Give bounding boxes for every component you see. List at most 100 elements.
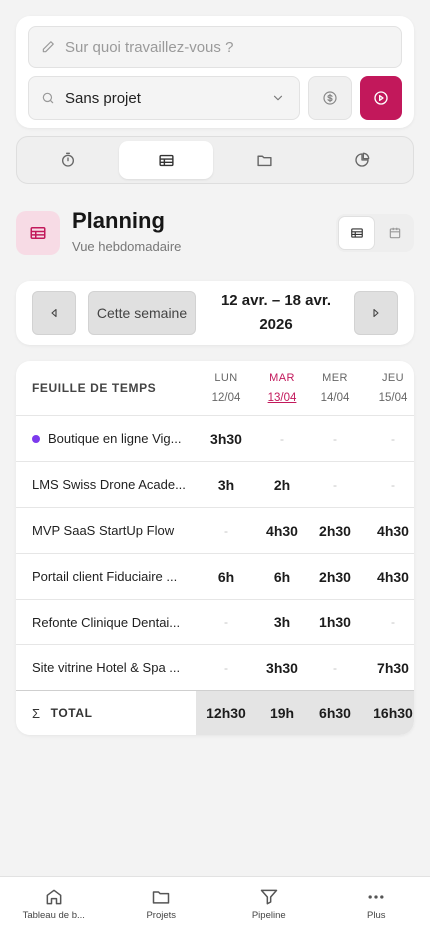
time-cell[interactable]: 3h <box>254 600 310 644</box>
day-name: MER <box>322 372 348 384</box>
day-date: 15/04 <box>378 392 408 404</box>
time-cell[interactable]: - <box>254 416 310 461</box>
table-icon <box>30 227 46 239</box>
nav-more[interactable]: Plus <box>323 877 430 932</box>
table-row[interactable]: Boutique en ligne Vig... 3h30 - - - <box>16 416 414 462</box>
tab-planning[interactable] <box>119 141 213 179</box>
this-week-button[interactable]: Cette semaine <box>88 291 196 335</box>
time-cell[interactable]: 7h30 <box>360 645 414 690</box>
previous-week-button[interactable] <box>32 291 76 335</box>
table-icon <box>158 154 174 166</box>
filter-icon <box>260 889 277 905</box>
timesheet-label: FEUILLE DE TEMPS <box>32 381 157 395</box>
nav-pipeline[interactable]: Pipeline <box>215 877 323 932</box>
table-header-row: FEUILLE DE TEMPS LUN 12/04 MAR 13/04 MER… <box>16 361 414 416</box>
time-cell[interactable]: 3h30 <box>254 645 310 690</box>
time-cell[interactable]: 6h <box>198 554 254 599</box>
time-cell[interactable]: - <box>360 600 414 644</box>
calendar-mode-button[interactable] <box>377 216 412 250</box>
day-name: LUN <box>214 372 238 384</box>
nav-label: Plus <box>367 910 386 921</box>
time-cell[interactable]: 3h <box>198 462 254 507</box>
search-icon <box>42 92 54 104</box>
project-name: Boutique en ligne Vig... <box>32 416 200 461</box>
pencil-icon <box>42 41 54 53</box>
time-cell[interactable]: - <box>310 462 360 507</box>
time-cell[interactable]: 3h30 <box>198 416 254 461</box>
time-cell[interactable]: - <box>310 416 360 461</box>
project-color-dot <box>32 434 40 443</box>
tab-timer[interactable] <box>21 141 115 179</box>
table-row[interactable]: Portail client Fiduciaire ... 6h 6h 2h30… <box>16 554 414 600</box>
time-cell[interactable]: 4h30 <box>360 554 414 599</box>
table-row[interactable]: Site vitrine Hotel & Spa ... - 3h30 - 7h… <box>16 645 414 691</box>
week-range-dates: 12 avr. – 18 avr. <box>220 292 332 309</box>
calendar-icon <box>389 227 400 239</box>
nav-dashboard[interactable]: Tableau de b... <box>0 877 108 932</box>
time-cell[interactable]: - <box>360 416 414 461</box>
bottom-navigation: Tableau de b... Projets Pipeline Plus <box>0 876 430 932</box>
page-title: Planning <box>72 208 165 233</box>
nav-projects[interactable]: Projets <box>108 877 216 932</box>
time-cell[interactable]: 2h <box>254 462 310 507</box>
time-cell[interactable]: 1h30 <box>310 600 360 644</box>
folder-icon <box>153 891 170 904</box>
project-name: Site vitrine Hotel & Spa ... <box>32 660 181 675</box>
project-select[interactable]: Sans projet <box>28 76 300 120</box>
task-input-placeholder: Sur quoi travaillez-vous ? <box>65 38 234 56</box>
time-cell[interactable]: 4h30 <box>254 508 310 553</box>
triangle-right-icon <box>373 308 379 318</box>
time-cell[interactable]: - <box>198 508 254 553</box>
view-tabs <box>16 136 414 184</box>
time-cell[interactable]: - <box>198 600 254 644</box>
sigma-icon: Σ <box>32 705 41 721</box>
task-description-input[interactable]: Sur quoi travaillez-vous ? <box>28 26 402 68</box>
day-header[interactable]: MER 14/04 <box>310 361 360 415</box>
day-date: 13/04 <box>267 392 297 404</box>
project-name: LMS Swiss Drone Acade... <box>32 477 186 492</box>
project-label: Boutique en ligne Vig... <box>48 431 182 446</box>
day-date: 14/04 <box>320 392 350 404</box>
day-name: JEU <box>382 372 404 384</box>
table-mode-button[interactable] <box>338 216 375 250</box>
stopwatch-icon <box>62 152 74 167</box>
project-select-value: Sans projet <box>65 89 141 107</box>
time-cell[interactable]: 2h30 <box>310 508 360 553</box>
billable-toggle-button[interactable] <box>308 76 352 120</box>
time-cell[interactable]: - <box>310 645 360 690</box>
folder-icon <box>256 155 272 166</box>
time-cell[interactable]: - <box>360 462 414 507</box>
table-row[interactable]: LMS Swiss Drone Acade... 3h 2h - - <box>16 462 414 508</box>
total-cell: 12h30 <box>206 705 246 721</box>
day-header[interactable]: LUN 12/04 <box>198 361 254 415</box>
next-week-button[interactable] <box>354 291 398 335</box>
total-row: Σ TOTAL 12h30 19h 6h30 16h30 <box>16 691 414 735</box>
time-cell[interactable]: 4h30 <box>360 508 414 553</box>
tab-projects[interactable] <box>217 141 311 179</box>
planning-page-icon <box>16 211 60 255</box>
table-icon <box>350 228 363 238</box>
start-timer-button[interactable] <box>360 76 402 120</box>
table-row[interactable]: MVP SaaS StartUp Flow - 4h30 2h30 4h30 <box>16 508 414 554</box>
total-text: TOTAL <box>50 706 93 720</box>
page-subtitle: Vue hebdomadaire <box>72 239 182 254</box>
triangle-left-icon <box>51 308 57 318</box>
home-icon <box>46 889 62 905</box>
time-cell[interactable]: 2h30 <box>310 554 360 599</box>
view-mode-toggle <box>336 214 414 252</box>
time-cell[interactable]: 6h <box>254 554 310 599</box>
nav-label: Pipeline <box>251 910 286 921</box>
project-name: Portail client Fiduciaire ... <box>32 569 178 584</box>
day-header[interactable]: JEU 15/04 <box>360 361 414 415</box>
tab-reports[interactable] <box>315 141 409 179</box>
pie-chart-icon <box>355 152 370 167</box>
day-header-today[interactable]: MAR 13/04 <box>254 361 310 415</box>
day-date: 12/04 <box>211 392 241 404</box>
dollar-circle-icon <box>323 91 337 105</box>
week-navigation: Cette semaine 12 avr. – 18 avr. 2026 <box>16 281 414 345</box>
total-cell: 16h30 <box>373 705 413 721</box>
time-cell[interactable]: - <box>198 645 254 690</box>
total-cell: 6h30 <box>319 705 351 721</box>
table-row[interactable]: Refonte Clinique Dentai... - 3h 1h30 - <box>16 600 414 645</box>
project-name: MVP SaaS StartUp Flow <box>32 523 175 538</box>
